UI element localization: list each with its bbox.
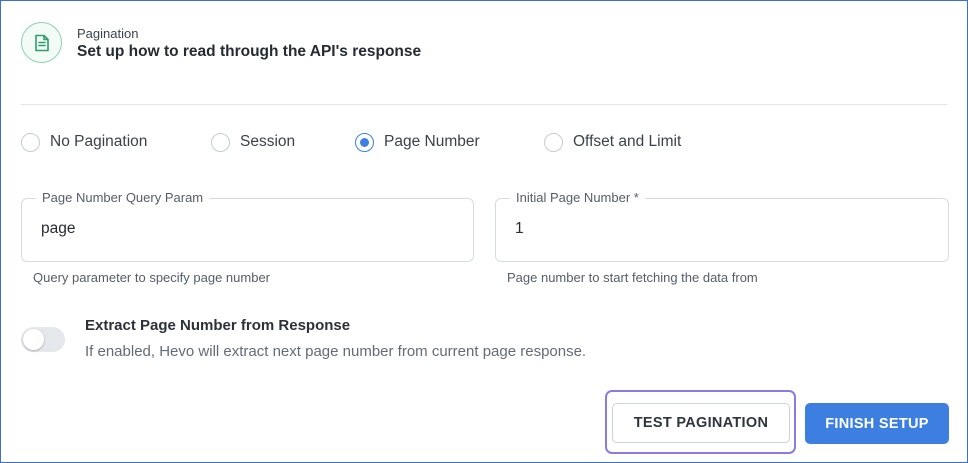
initial-page-input[interactable] (515, 220, 927, 238)
finish-setup-button[interactable]: FINISH SETUP (805, 403, 949, 444)
toggle-description: If enabled, Hevo will extract next page … (85, 343, 587, 360)
radio-no-pagination[interactable]: No Pagination (21, 131, 147, 153)
initial-page-field[interactable]: Initial Page Number * (495, 190, 949, 262)
page-param-field[interactable]: Page Number Query Param (21, 190, 474, 262)
field-help-text: Page number to start fetching the data f… (507, 270, 758, 285)
radio-label: Offset and Limit (573, 133, 682, 150)
radio-button[interactable] (21, 132, 40, 152)
radio-dot (360, 137, 369, 147)
document-icon (21, 22, 62, 63)
radio-page-number[interactable]: Page Number (355, 131, 480, 153)
radio-session[interactable]: Session (211, 131, 295, 153)
pagination-panel: Pagination Set up how to read through th… (0, 0, 968, 463)
extract-page-number-toggle[interactable] (21, 327, 65, 352)
field-label: Initial Page Number * (510, 190, 645, 205)
section-label: Pagination (77, 26, 139, 41)
radio-button[interactable] (544, 132, 563, 152)
test-pagination-button[interactable]: TEST PAGINATION (612, 403, 790, 443)
radio-button-selected[interactable] (355, 132, 374, 152)
field-label: Page Number Query Param (36, 190, 210, 205)
page-param-input[interactable] (41, 220, 452, 238)
toggle-title: Extract Page Number from Response (85, 317, 351, 334)
radio-offset-and-limit[interactable]: Offset and Limit (544, 131, 681, 153)
radio-button[interactable] (211, 132, 230, 152)
radio-label: No Pagination (50, 133, 148, 150)
section-title: Set up how to read through the API's res… (77, 43, 422, 60)
divider (21, 104, 947, 105)
radio-label: Session (240, 133, 296, 150)
field-help-text: Query parameter to specify page number (33, 270, 271, 285)
radio-label: Page Number (384, 133, 480, 150)
toggle-knob (23, 329, 44, 350)
